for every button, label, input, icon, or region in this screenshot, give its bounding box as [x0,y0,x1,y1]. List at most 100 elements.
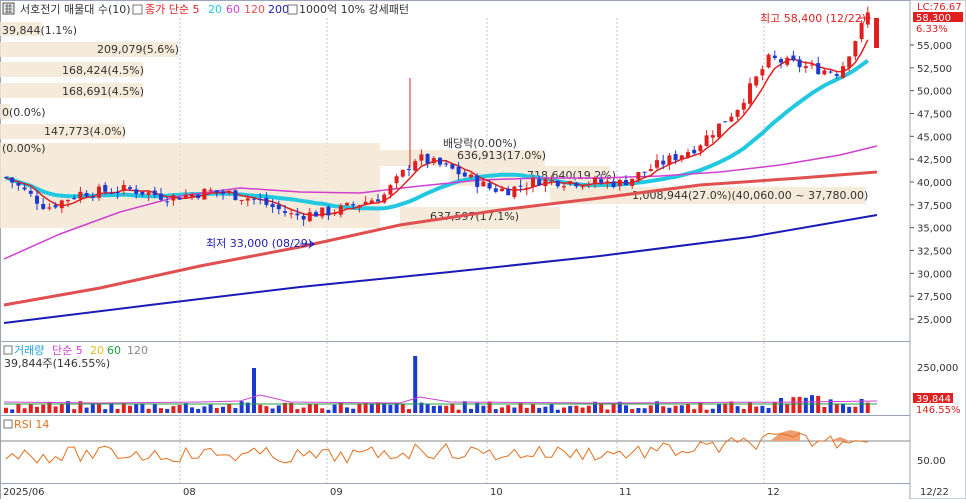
candle-body[interactable] [16,183,21,186]
candle-body[interactable] [834,74,839,76]
candle-body[interactable] [630,178,635,187]
candle-body[interactable] [425,154,430,164]
pattern-checkbox[interactable] [287,4,298,15]
volume-bar[interactable] [444,405,449,413]
candle-body[interactable] [655,160,659,168]
volume-bar[interactable] [853,406,858,413]
candle-body[interactable] [456,166,461,175]
volume-bar[interactable] [729,401,734,413]
candle-body[interactable] [128,187,132,189]
candle-body[interactable] [357,205,362,208]
candle-body[interactable] [382,194,387,203]
candle-body[interactable] [276,204,281,210]
candle-body[interactable] [202,189,207,200]
volume-bar[interactable] [314,403,318,413]
volume-bar[interactable] [462,401,467,413]
pattern-label[interactable]: 1000억 10% 강세패턴 [299,3,409,16]
volume-bar[interactable] [72,409,77,413]
candle-body[interactable] [115,191,120,193]
volume-bar[interactable] [239,401,244,413]
volume-bar[interactable] [741,409,746,413]
volume-bar[interactable] [692,409,697,413]
candle-body[interactable] [735,109,740,117]
volume-bar[interactable] [59,403,64,413]
volume-bar[interactable] [630,409,635,413]
candle-body[interactable] [717,123,721,138]
candle-body[interactable] [84,193,89,197]
candle-body[interactable] [605,181,610,184]
candle-body[interactable] [109,192,114,194]
candle-body[interactable] [661,160,666,165]
candle-body[interactable] [617,179,622,187]
volume-bar[interactable] [171,406,176,413]
volume-bar[interactable] [754,406,759,413]
candle-body[interactable] [121,185,126,192]
candle-body[interactable] [165,201,170,203]
volume-bar[interactable] [797,396,802,413]
candle-body[interactable] [10,177,15,183]
candle-body[interactable] [239,199,244,201]
candle-body[interactable] [847,56,852,68]
candle-body[interactable] [190,194,194,197]
volume-bar[interactable] [41,404,46,413]
candle-body[interactable] [475,175,480,187]
candle-body[interactable] [686,152,690,158]
volume-bar[interactable] [363,403,368,413]
volume-bar[interactable] [134,403,139,413]
candle-body[interactable] [450,164,455,169]
candle-body[interactable] [171,195,176,201]
candle-body[interactable] [78,191,83,199]
volume-bar[interactable] [822,406,827,413]
volume-bar[interactable] [785,403,790,413]
rsi-checkbox[interactable] [3,419,13,429]
candle-body[interactable] [766,54,771,68]
volume-bar[interactable] [648,405,653,413]
volume-bar[interactable] [35,406,39,413]
volume-bar[interactable] [580,407,585,413]
candle-body[interactable] [729,116,734,122]
volume-bar[interactable] [834,404,839,413]
volume-bar[interactable] [252,368,256,413]
volume-bar[interactable] [661,406,666,413]
volume-bar[interactable] [450,403,455,413]
volume-bar[interactable] [735,406,740,413]
volume-bar[interactable] [531,403,535,413]
candle-body[interactable] [264,197,269,205]
candle-body[interactable] [320,207,325,217]
candle-body[interactable] [642,171,647,173]
volume-bar[interactable] [586,405,591,413]
volume-bar[interactable] [555,409,560,413]
volume-bar[interactable] [326,409,331,413]
volume-bar[interactable] [208,404,213,413]
volume-bar[interactable] [115,408,120,413]
candle-body[interactable] [506,188,511,196]
candle-body[interactable] [562,186,566,188]
volume-bar[interactable] [617,401,622,413]
candle-body[interactable] [822,70,827,75]
volume-bar[interactable] [165,408,170,413]
volume-bar[interactable] [710,408,715,413]
candle-body[interactable] [624,180,628,186]
volume-bar[interactable] [177,405,182,413]
volume-bar[interactable] [605,409,610,413]
volume-bar[interactable] [431,405,436,413]
volume-bar[interactable] [469,408,473,413]
volume-checkbox[interactable] [3,345,13,355]
candle-body[interactable] [221,191,225,194]
volume-bar[interactable] [642,408,647,413]
volume-bar[interactable] [307,404,312,413]
candle-body[interactable] [487,183,492,189]
candle-body[interactable] [252,198,256,200]
ma-checkbox[interactable] [132,4,143,15]
candle-body[interactable] [59,200,64,209]
chart-title[interactable]: 서호전기 매물대 수(10) [20,3,131,16]
candle-body[interactable] [679,155,684,160]
candle-body[interactable] [97,186,101,198]
volume-bar[interactable] [686,404,690,413]
volume-bar[interactable] [841,404,845,413]
volume-bar[interactable] [518,403,523,413]
volume-bar[interactable] [717,403,721,413]
candle-body[interactable] [500,188,504,192]
candle-body[interactable] [369,200,374,204]
candle-body[interactable] [152,190,157,195]
